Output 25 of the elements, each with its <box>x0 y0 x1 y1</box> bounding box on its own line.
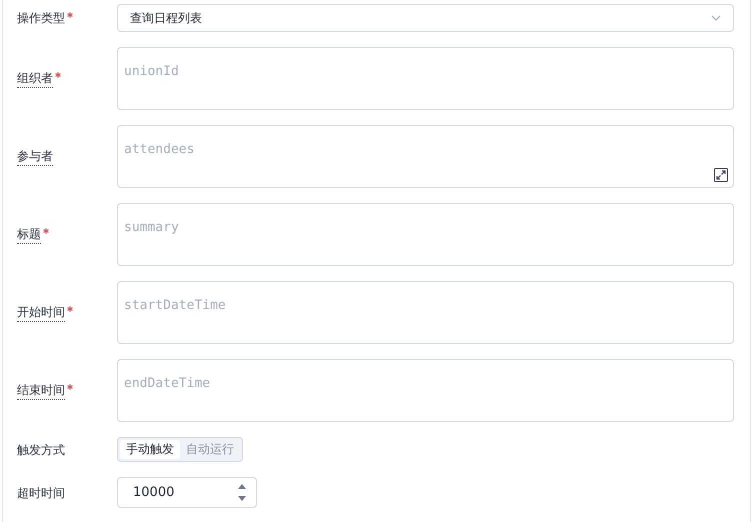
segment-option[interactable]: 手动触发 <box>120 440 180 459</box>
increment-icon[interactable] <box>238 484 246 489</box>
required-icon <box>67 12 73 18</box>
field-label: 触发方式 <box>17 442 65 458</box>
decrement-icon[interactable] <box>238 496 246 501</box>
select-field[interactable]: 查询日程列表 <box>117 4 734 32</box>
field-label: 标题 <box>17 225 41 244</box>
expand-icon[interactable] <box>714 168 728 182</box>
field-label: 参与者 <box>17 147 53 166</box>
required-icon <box>43 228 49 234</box>
required-icon <box>67 306 73 312</box>
required-icon <box>67 384 73 390</box>
field-label: 超时时间 <box>17 484 65 502</box>
field-label: 结束时间 <box>17 381 65 400</box>
text-area[interactable]: summary <box>117 203 734 266</box>
text-area[interactable]: startDateTime <box>117 281 734 344</box>
text-area[interactable]: endDateTime <box>117 359 734 422</box>
number-field[interactable]: 10000 <box>117 477 257 508</box>
required-icon <box>55 72 61 78</box>
field-label: 组织者 <box>17 69 53 88</box>
field-label: 开始时间 <box>17 303 65 322</box>
chevron-down-icon <box>711 15 721 21</box>
field-label: 操作类型 <box>17 10 65 27</box>
text-area[interactable]: attendees <box>117 125 734 188</box>
text-area[interactable]: unionId <box>117 47 734 110</box>
